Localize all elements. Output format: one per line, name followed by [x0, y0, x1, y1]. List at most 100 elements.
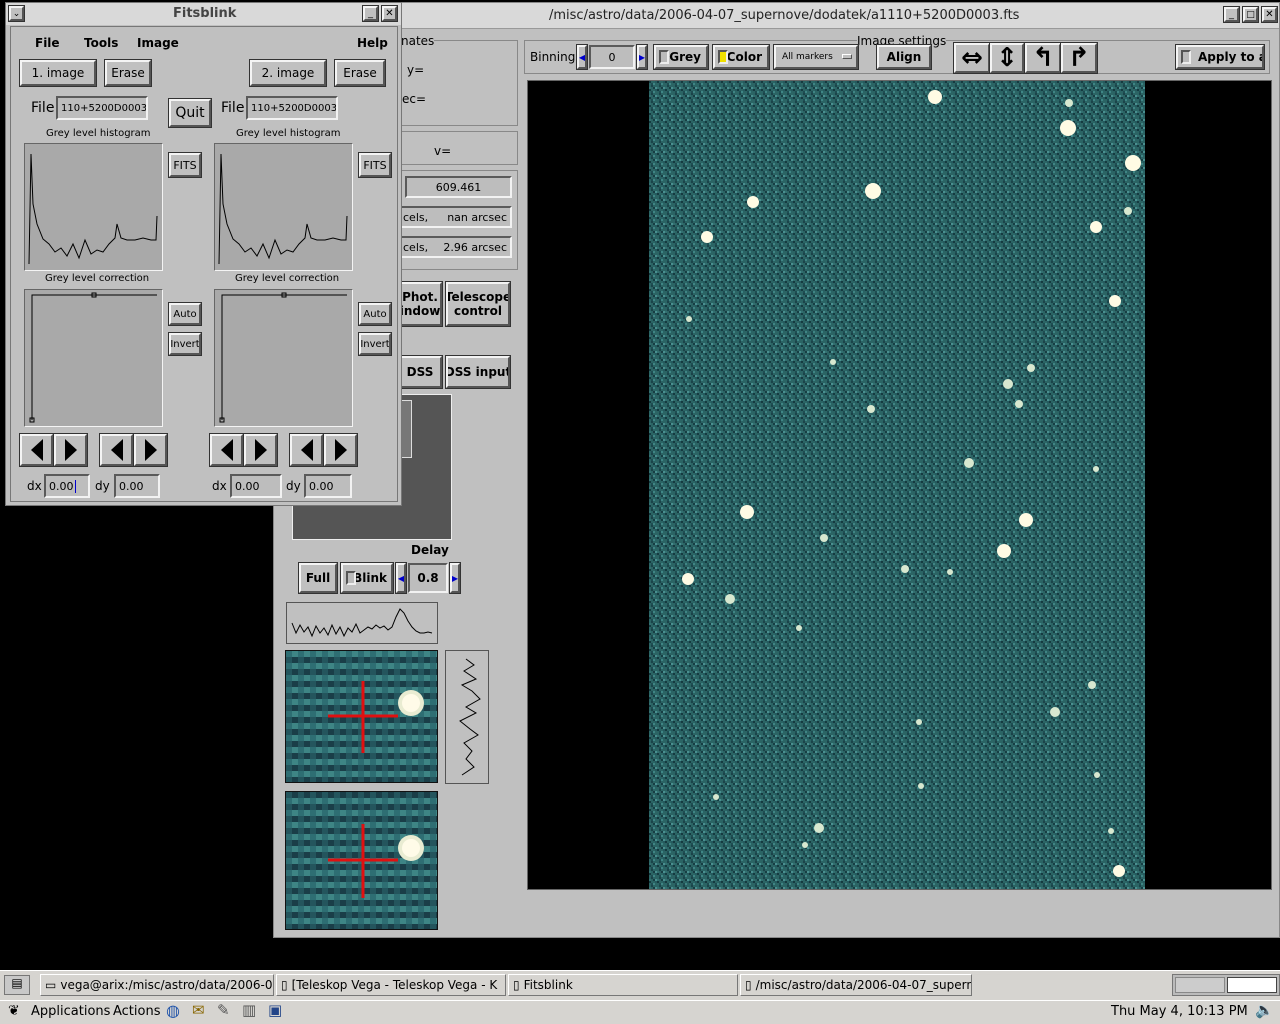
workspace-1[interactable] [1175, 977, 1225, 993]
color-toggle[interactable]: Color [713, 45, 769, 69]
main-titlebar[interactable]: /misc/astro/data/2006-04-07_supernove/do… [274, 3, 1279, 29]
right-shift-y-right[interactable] [324, 434, 357, 466]
right-invert-button[interactable]: Invert [359, 333, 391, 355]
main-menu-icon[interactable]: ❦ [8, 1003, 20, 1019]
arrow-left-icon [30, 439, 43, 461]
image-canvas[interactable] [527, 80, 1272, 890]
window-menu-icon[interactable]: ⌄ [9, 6, 24, 21]
screen-launcher-icon[interactable]: ▣ [268, 1001, 282, 1019]
dss-button[interactable]: DSS [398, 356, 442, 388]
zoom-panel-bottom[interactable] [285, 791, 438, 930]
apply-to-all-checkbox[interactable] [1181, 50, 1191, 64]
right-histogram-label: Grey level histogram [236, 128, 341, 139]
task-fits-viewer[interactable]: ▯/misc/astro/data/2006-04-07_supern [740, 974, 972, 996]
grey-toggle[interactable]: Grey [654, 45, 708, 69]
delay-increase[interactable]: ▶ [450, 563, 460, 593]
workspace-switcher[interactable] [1172, 974, 1280, 996]
impress-launcher-icon[interactable]: ▥ [242, 1001, 256, 1019]
right-dx-field[interactable]: 0.00 [230, 474, 282, 498]
right-shift-y-left[interactable] [290, 434, 323, 466]
blink-checkbox[interactable] [346, 571, 356, 585]
right-auto-button[interactable]: Auto [359, 303, 391, 325]
binning-label: Binning [530, 50, 576, 64]
left-shift-x-right[interactable] [54, 434, 87, 466]
left-invert-button[interactable]: Invert [169, 333, 201, 355]
align-button[interactable]: Align [877, 45, 931, 69]
fitsblink-title: Fitsblink [173, 6, 237, 21]
clock[interactable]: Thu May 4, 10:13 PM [1111, 1004, 1248, 1019]
fitsblink-minimize-icon[interactable]: _ [363, 6, 378, 21]
right-correction-curve[interactable] [214, 289, 353, 427]
actions-menu[interactable]: Actions [113, 1004, 161, 1019]
dss-input-button[interactable]: DSS input [446, 356, 510, 388]
left-dy-field[interactable]: 0.00 [114, 474, 160, 498]
volume-icon[interactable]: 🔈 [1255, 1001, 1274, 1019]
left-auto-button[interactable]: Auto [169, 303, 201, 325]
workspace-2[interactable] [1227, 977, 1277, 993]
delay-decrease[interactable]: ◀ [396, 563, 406, 593]
color-checkbox[interactable] [718, 50, 728, 64]
left-correction-curve[interactable] [24, 289, 163, 427]
menu-image[interactable]: Image [137, 36, 179, 50]
color-label: Color [726, 50, 762, 64]
fitsblink-close-icon[interactable]: ✕ [382, 6, 397, 21]
applications-menu[interactable]: Applications [31, 1004, 110, 1019]
menu-tools[interactable]: Tools [84, 36, 118, 50]
right-shift-x-left[interactable] [210, 434, 243, 466]
left-erase-button[interactable]: Erase [105, 60, 151, 86]
flip-horizontal-icon[interactable]: ⇔ [954, 43, 990, 73]
task-fitsblink[interactable]: ▯ Fitsblink [508, 974, 738, 996]
left-file-field[interactable]: 110+5200D0003.f [56, 96, 148, 120]
star-35 [713, 794, 719, 800]
left-fits-button[interactable]: FITS [169, 153, 201, 177]
show-desktop-icon[interactable]: ▤ [4, 975, 30, 995]
close-icon[interactable]: ✕ [1262, 7, 1277, 22]
left-dx-field[interactable]: 0.00 [44, 474, 90, 498]
right-erase-button[interactable]: Erase [335, 60, 385, 86]
task-terminal[interactable]: ▭ vega@arix:/misc/astro/data/2006-0 [40, 974, 274, 996]
quit-button[interactable]: Quit [169, 99, 211, 127]
fitsblink-titlebar[interactable]: ⌄ Fitsblink _ ✕ [6, 3, 401, 25]
minimize-icon[interactable]: _ [1224, 7, 1239, 22]
window-icon: ▯ [513, 978, 520, 992]
markers-select[interactable]: All markers [774, 45, 858, 69]
full-button[interactable]: Full [299, 563, 337, 593]
rotate-left-icon[interactable]: ↰ [1025, 43, 1061, 73]
zoom-panel-top[interactable] [285, 650, 438, 783]
phot-window-button[interactable]: Phot. indow [398, 282, 442, 326]
binning-field[interactable]: 0 [589, 45, 635, 69]
main-window-title: /misc/astro/data/2006-04-07_supernove/do… [549, 8, 1020, 23]
right-shift-x-right[interactable] [244, 434, 277, 466]
writer-launcher-icon[interactable]: ✎ [217, 1001, 230, 1019]
maximize-icon[interactable]: □ [1243, 7, 1258, 22]
left-shift-y-left[interactable] [100, 434, 133, 466]
binning-increase[interactable]: ▶ [637, 45, 647, 69]
right-image-button[interactable]: 2. image [250, 60, 326, 86]
menu-file[interactable]: File [35, 36, 60, 50]
apply-to-all-toggle[interactable]: Apply to all [1176, 45, 1264, 69]
browser-launcher-icon[interactable]: ◍ [166, 1001, 180, 1020]
delay-field[interactable]: 0.8 [408, 563, 448, 593]
left-file-label: File [31, 100, 55, 116]
right-file-field[interactable]: 110+5200D0003.f [246, 96, 338, 120]
right-histogram-plot [218, 153, 348, 265]
task-telescope[interactable]: ▯ [Teleskop Vega - Teleskop Vega - K [276, 974, 506, 996]
right-dy-field[interactable]: 0.00 [304, 474, 352, 498]
left-image-button[interactable]: 1. image [20, 60, 96, 86]
star-16 [964, 458, 974, 468]
rotate-right-icon[interactable]: ↱ [1061, 43, 1097, 73]
menu-help[interactable]: Help [357, 36, 388, 50]
grey-checkbox[interactable] [659, 50, 669, 64]
left-shift-x-left[interactable] [20, 434, 53, 466]
star-31 [814, 823, 824, 833]
telescope-control-button[interactable]: Telescope control [446, 282, 510, 326]
star-17 [1093, 466, 1099, 472]
flip-vertical-icon[interactable]: ⇕ [990, 43, 1024, 73]
window-icon: ▯ [745, 978, 752, 992]
right-fits-button[interactable]: FITS [359, 153, 391, 177]
email-launcher-icon[interactable]: ✉ [192, 1001, 205, 1019]
left-shift-y-right[interactable] [134, 434, 167, 466]
coordinates-group-label: nates [401, 34, 435, 48]
binning-decrease[interactable]: ◀ [577, 45, 587, 69]
blink-toggle[interactable]: Blink [341, 563, 393, 593]
